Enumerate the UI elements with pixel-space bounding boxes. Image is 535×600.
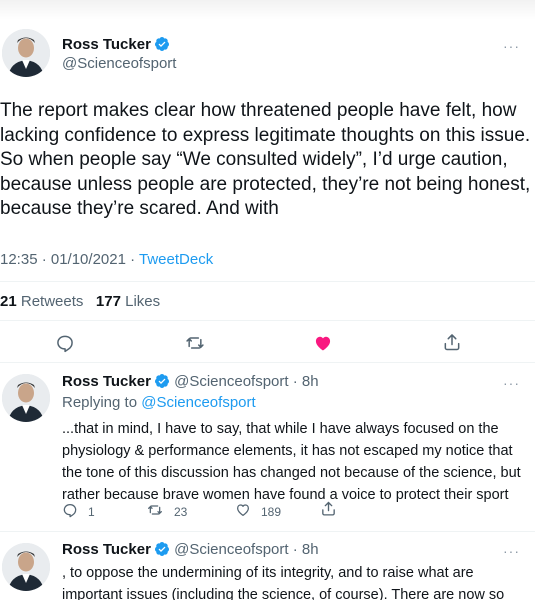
reply-text: ...that in mind, I have to say, that whi… [62,421,521,503]
main-author-line: Ross Tucker [62,36,170,54]
reply-handle-time[interactable]: @Scienceofsport · 8h [174,541,318,558]
likes-stat[interactable]: 177 Likes [96,293,160,310]
reply-count: 1 [88,504,95,519]
author-avatar[interactable] [2,29,50,77]
share-icon [320,500,337,520]
reply-author-line: Ross Tucker @Scienceofsport · 8h [62,541,319,558]
retweet-icon[interactable] [184,333,206,353]
divider [0,320,535,321]
reply-author-name[interactable]: Ross Tucker [62,373,151,390]
more-horizontal-icon[interactable]: ··· [503,375,520,391]
reply-icon [62,502,78,521]
tweet-source[interactable]: TweetDeck [139,251,213,268]
heart-icon[interactable] [313,333,333,353]
verified-badge-icon [154,36,170,52]
like-count: 189 [261,504,282,519]
reply-avatar[interactable] [2,543,50,591]
reply-author-name[interactable]: Ross Tucker [62,541,151,558]
reply-avatar[interactable] [2,374,50,422]
retweets-label: Retweets [20,293,84,310]
like-action[interactable]: 189 [235,502,281,521]
divider [0,281,535,282]
tweet-meta: 12:35 · 01/10/2021 · TweetDeck [0,251,213,268]
retweet-icon [146,502,164,521]
share-action[interactable] [320,500,337,520]
tweet-timestamp[interactable]: 12:35 · 01/10/2021 · [0,251,139,268]
retweet-action[interactable]: 23 [146,502,187,521]
tweet-stats: 21 Retweets 177 Likes [0,293,160,310]
retweets-stat[interactable]: 21 Retweets [0,293,83,310]
divider [0,362,535,363]
likes-count: 177 [95,293,121,310]
author-name[interactable]: Ross Tucker [62,36,151,53]
reply-action[interactable]: 1 [62,502,95,521]
reply-text: , to oppose the undermining of its integ… [62,565,505,600]
reply-author-line: Ross Tucker @Scienceofsport · 8h [62,373,319,390]
replying-to-link[interactable]: @Scienceofsport [141,394,255,411]
verified-badge-icon [154,373,170,389]
likes-label: Likes [125,293,161,310]
heart-icon [235,502,251,521]
top-fade [0,0,535,20]
reply-handle-time[interactable]: @Scienceofsport · 8h [174,373,318,390]
author-handle[interactable]: @Scienceofsport [62,55,176,72]
verified-badge-icon [154,541,170,557]
more-horizontal-icon[interactable]: ··· [503,543,520,559]
more-horizontal-icon[interactable]: ··· [503,38,520,54]
replying-prefix: Replying to [62,394,142,411]
retweet-count: 23 [174,504,188,519]
reply-icon[interactable] [55,333,75,353]
tweet-text: The report makes clear how threatened pe… [0,100,531,219]
replying-to: Replying to @Scienceofsport [62,394,256,411]
share-icon[interactable] [442,332,462,352]
divider [0,531,535,532]
retweets-count: 21 [0,293,17,310]
